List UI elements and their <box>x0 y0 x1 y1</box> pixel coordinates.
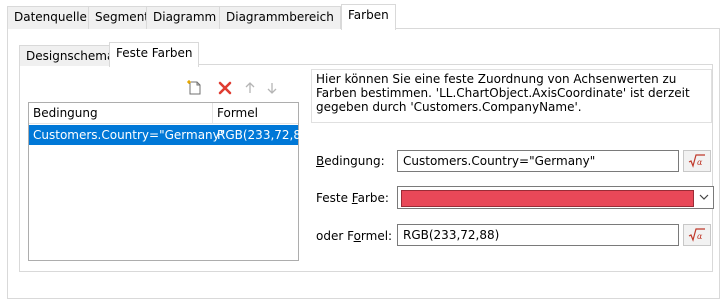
color-swatch <box>401 190 694 207</box>
conditions-list[interactable]: Bedingung Formel Customers.Country="Germ… <box>28 102 313 261</box>
arrow-down-icon <box>267 83 277 94</box>
column-header-bedingung[interactable]: Bedingung <box>29 103 98 123</box>
column-header-formel[interactable]: Formel <box>213 103 258 123</box>
arrow-up-icon <box>245 82 255 93</box>
chevron-down-icon <box>699 194 709 200</box>
tab-farben[interactable]: Farben <box>341 4 396 30</box>
delete-x-icon <box>218 81 232 95</box>
move-up-button[interactable] <box>241 79 259 97</box>
list-item[interactable]: Customers.Country="Germany" RGB(233,72,8… <box>29 125 313 145</box>
tab-diagramm[interactable]: Diagramm <box>146 6 224 29</box>
move-down-button[interactable] <box>263 79 281 97</box>
feste-farbe-dropdown[interactable] <box>397 186 714 209</box>
formula-sqrt-icon: α <box>688 154 705 168</box>
formula-sqrt-icon: α <box>688 228 705 242</box>
delete-entry-button[interactable] <box>216 79 234 97</box>
list-item-bedingung: Customers.Country="Germany" <box>33 128 226 142</box>
tab-diagrammbereich[interactable]: Diagrammbereich <box>219 6 341 29</box>
feste-farbe-label: Feste Farbe: <box>316 191 389 205</box>
tab-feste-farben[interactable]: Feste Farben <box>109 42 200 67</box>
bedingung-formula-button[interactable]: α <box>683 150 711 172</box>
tab-datenquelle[interactable]: Datenquelle <box>7 6 94 29</box>
list-header: Bedingung Formel <box>29 103 298 124</box>
bedingung-input[interactable]: Customers.Country="Germany" <box>397 150 679 172</box>
formel-input[interactable]: RGB(233,72,88) <box>397 224 679 246</box>
description-text: Hier können Sie eine feste Zuordnung von… <box>311 69 712 123</box>
svg-text:α: α <box>697 158 703 167</box>
tab-designschema[interactable]: Designschema <box>19 45 122 66</box>
svg-text:α: α <box>697 232 703 241</box>
list-item-formel: RGB(233,72,88) <box>217 128 314 142</box>
new-entry-button[interactable] <box>186 79 204 97</box>
new-document-icon <box>187 80 201 95</box>
formel-formula-button[interactable]: α <box>683 224 711 246</box>
bedingung-label: Bedingung: <box>316 154 385 168</box>
formel-label: oder Formel: <box>316 229 393 243</box>
